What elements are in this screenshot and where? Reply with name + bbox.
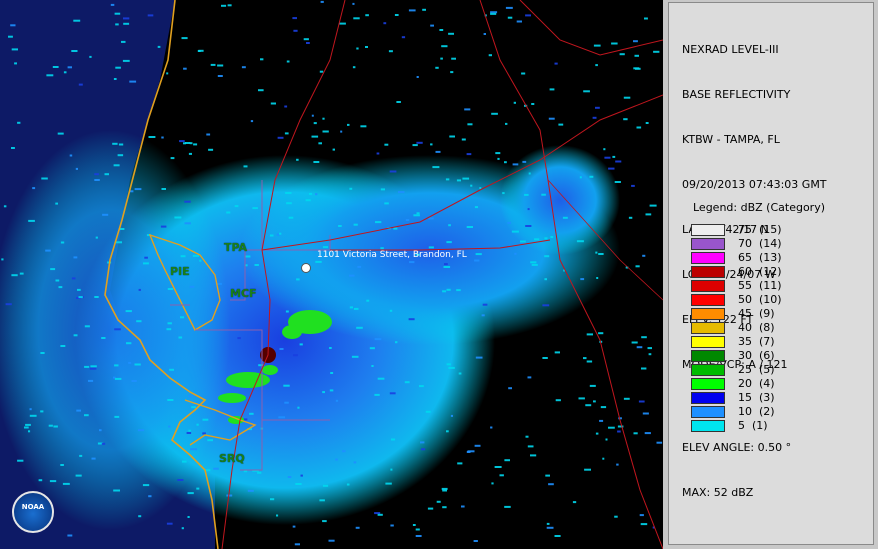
legend-swatch <box>691 322 725 334</box>
legend-swatch <box>691 266 725 278</box>
legend-swatch <box>691 420 725 432</box>
city-label-tpa: TPA <box>224 241 248 254</box>
info-product-level: NEXRAD LEVEL-III <box>682 43 779 56</box>
legend-label: 45 (9) <box>738 307 775 320</box>
echo-field-ne <box>500 145 620 255</box>
legend-swatch <box>691 378 725 390</box>
legend-row: 60 (12) <box>691 265 841 279</box>
legend-label: 20 (4) <box>738 377 775 390</box>
legend-row: 55 (11) <box>691 279 841 293</box>
legend-swatch <box>691 252 725 264</box>
legend-swatch <box>691 280 725 292</box>
legend-label: 55 (11) <box>738 279 782 292</box>
legend-row: 10 (2) <box>691 405 841 419</box>
legend-label: 10 (2) <box>738 405 775 418</box>
radar-layer <box>0 0 663 549</box>
legend-label: 25 (5) <box>738 363 775 376</box>
legend-swatch <box>691 238 725 250</box>
legend-label: 65 (13) <box>738 251 782 264</box>
legend-title: Legend: dBZ (Category) <box>693 201 825 214</box>
info-product-type: BASE REFLECTIVITY <box>682 88 791 101</box>
address-marker-label: 1101 Victoria Street, Brandon, FL <box>317 250 467 260</box>
legend-row: 35 (7) <box>691 335 841 349</box>
legend-row: 15 (3) <box>691 391 841 405</box>
legend-row: 30 (6) <box>691 349 841 363</box>
legend-swatch <box>691 350 725 362</box>
legend-row: 5 (1) <box>691 419 841 433</box>
legend-row: 70 (14) <box>691 237 841 251</box>
info-panel: NEXRAD LEVEL-III BASE REFLECTIVITY KTBW … <box>668 2 874 545</box>
legend-label: 35 (7) <box>738 335 775 348</box>
city-label-pie: PIE <box>170 265 190 278</box>
legend-label: 30 (6) <box>738 349 775 362</box>
legend-swatch <box>691 406 725 418</box>
info-elev-angle: ELEV ANGLE: 0.50 ° <box>682 441 792 454</box>
dbz-legend: 75 (15) 70 (14) 65 (13) 60 (12) 55 (11) … <box>691 223 841 433</box>
city-label-srq: SRQ <box>219 452 245 465</box>
legend-row: 45 (9) <box>691 307 841 321</box>
road-ne <box>519 0 663 56</box>
legend-label: 5 (1) <box>738 419 768 432</box>
legend-row: 20 (4) <box>691 377 841 391</box>
legend-row: 75 (15) <box>691 223 841 237</box>
info-station: KTBW - TAMPA, FL <box>682 133 780 146</box>
legend-label: 15 (3) <box>738 391 775 404</box>
legend-row: 25 (5) <box>691 363 841 377</box>
legend-row: 65 (13) <box>691 251 841 265</box>
address-marker[interactable] <box>301 263 311 273</box>
radar-map[interactable]: TPA PIE MCF SRQ 1101 Victoria Street, Br… <box>0 0 663 549</box>
legend-label: 60 (12) <box>738 265 782 278</box>
legend-label: 75 (15) <box>738 223 782 236</box>
legend-swatch <box>691 364 725 376</box>
legend-row: 40 (8) <box>691 321 841 335</box>
city-label-mcf: MCF <box>230 287 257 300</box>
legend-swatch <box>691 308 725 320</box>
legend-swatch <box>691 224 725 236</box>
info-timestamp: 09/20/2013 07:43:03 GMT <box>682 178 827 191</box>
legend-label: 70 (14) <box>738 237 782 250</box>
legend-swatch <box>691 336 725 348</box>
noaa-logo: NOAA <box>12 491 54 533</box>
legend-row: 50 (10) <box>691 293 841 307</box>
info-max-dbz: MAX: 52 dBZ <box>682 486 754 499</box>
legend-label: 40 (8) <box>738 321 775 334</box>
legend-swatch <box>691 294 725 306</box>
legend-label: 50 (10) <box>738 293 782 306</box>
legend-swatch <box>691 392 725 404</box>
